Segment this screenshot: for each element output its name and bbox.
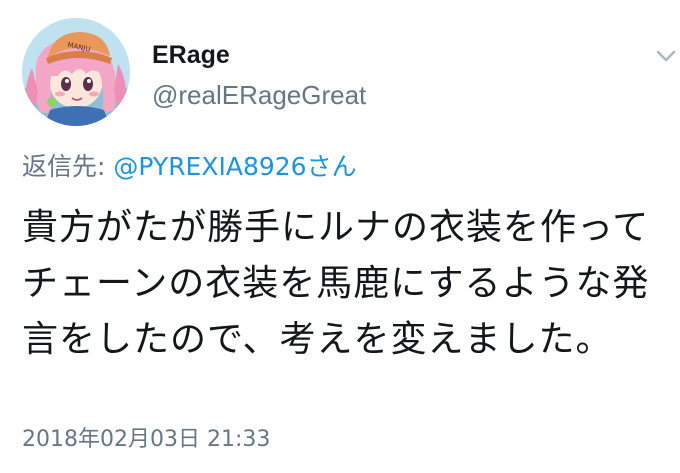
user-handle[interactable]: @realERageGreat bbox=[152, 78, 366, 112]
tweet-timestamp[interactable]: 2018年02月03日 21:33 bbox=[22, 425, 270, 455]
reply-context: 返信先: @PYREXIA8926さん bbox=[22, 150, 357, 184]
display-name[interactable]: ERage bbox=[152, 40, 366, 70]
chevron-down-icon[interactable] bbox=[652, 42, 680, 70]
tweet: MANJU ERage @realERageGreat 返信先: @PYREXI… bbox=[0, 0, 680, 473]
anime-character-avatar-icon: MANJU bbox=[22, 18, 130, 126]
avatar[interactable]: MANJU bbox=[22, 18, 130, 126]
reply-label: 返信先: bbox=[22, 152, 106, 181]
tweet-header: MANJU ERage @realERageGreat bbox=[22, 18, 676, 128]
tweet-text: 貴方がたが勝手にルナの衣装を作ってチェーンの衣装を馬鹿にするような発言をしたので… bbox=[22, 207, 650, 360]
user-names: ERage @realERageGreat bbox=[152, 40, 366, 112]
reply-target-link[interactable]: @PYREXIA8926さん bbox=[113, 152, 356, 181]
